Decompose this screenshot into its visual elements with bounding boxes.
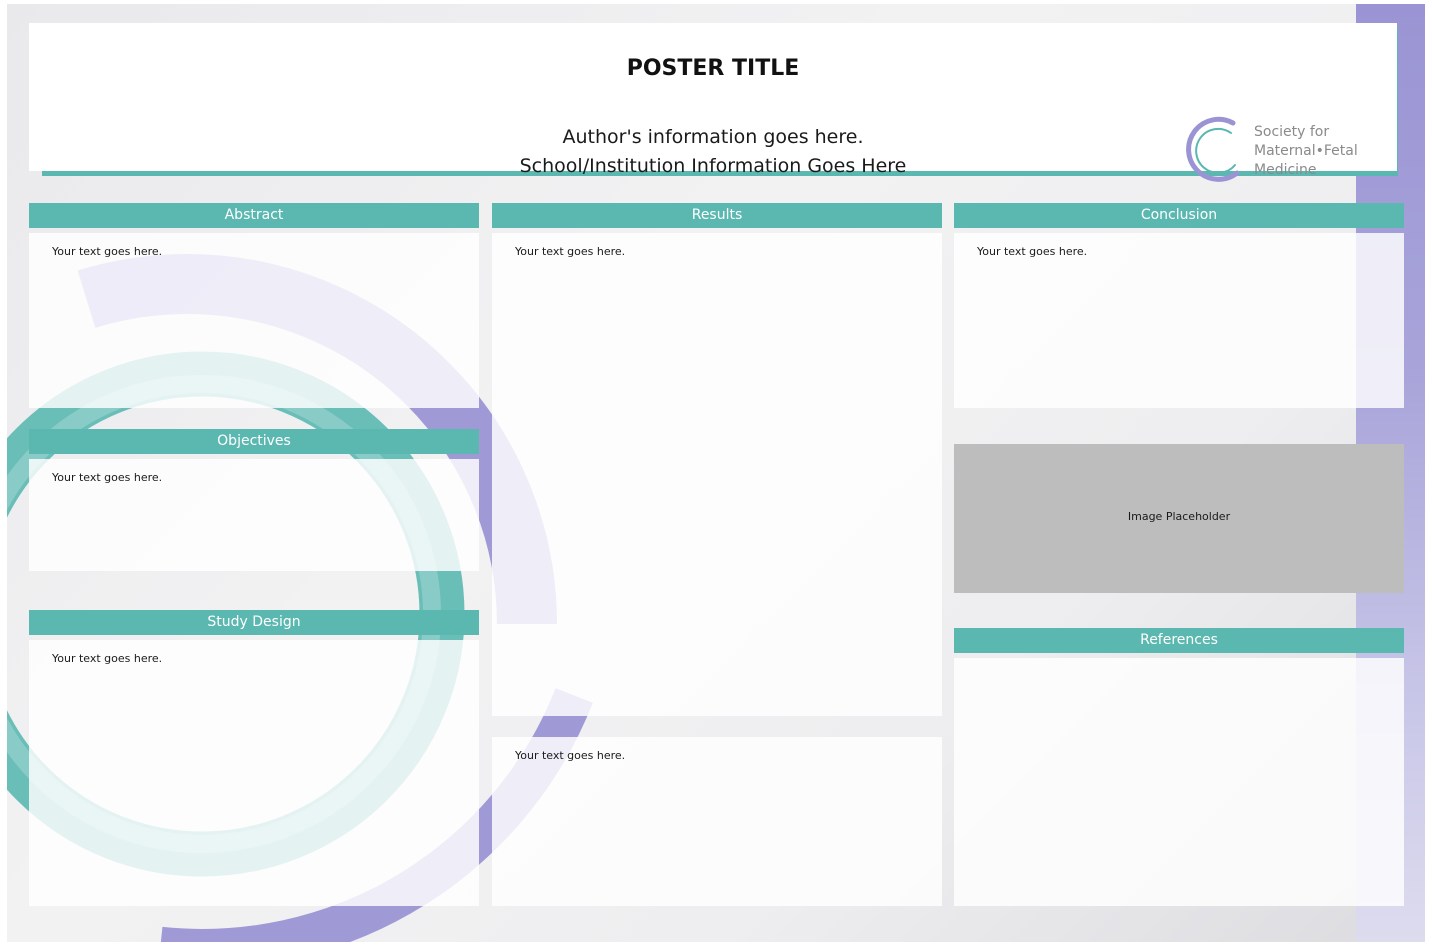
results-text-lower: Your text goes here. [515,749,626,762]
objectives-header: Objectives [29,429,479,454]
conclusion-header: Conclusion [954,203,1404,228]
logo-line-1: Society for [1254,124,1330,140]
objectives-panel: Your text goes here. [29,459,479,571]
poster-header: POSTER TITLE Author's information goes h… [29,23,1397,182]
references-panel [954,658,1404,906]
results-panel-lower: Your text goes here. [492,737,942,906]
image-placeholder: Image Placeholder [954,444,1404,593]
smfm-logo: Society for Maternal•Fetal Medicine [1181,115,1381,187]
study-design-text: Your text goes here. [52,652,163,665]
abstract-header: Abstract [29,203,479,228]
logo-line-2: Maternal•Fetal [1254,143,1358,159]
conclusion-panel: Your text goes here. [954,233,1404,408]
study-design-header: Study Design [29,610,479,635]
smfm-logo-text: Society for Maternal•Fetal Medicine [1254,123,1358,180]
conclusion-text: Your text goes here. [977,245,1088,258]
study-design-panel: Your text goes here. [29,640,479,906]
image-placeholder-label: Image Placeholder [1127,510,1231,523]
references-header: References [954,628,1404,653]
results-panel: Your text goes here. [492,233,942,716]
objectives-text: Your text goes here. [52,471,163,484]
logo-line-3: Medicine [1254,162,1317,178]
results-header: Results [492,203,942,228]
smfm-logo-icon [1186,116,1240,182]
poster-title: POSTER TITLE [626,56,800,81]
abstract-panel: Your text goes here. [29,233,479,408]
results-text: Your text goes here. [515,245,626,258]
abstract-text: Your text goes here. [52,245,163,258]
